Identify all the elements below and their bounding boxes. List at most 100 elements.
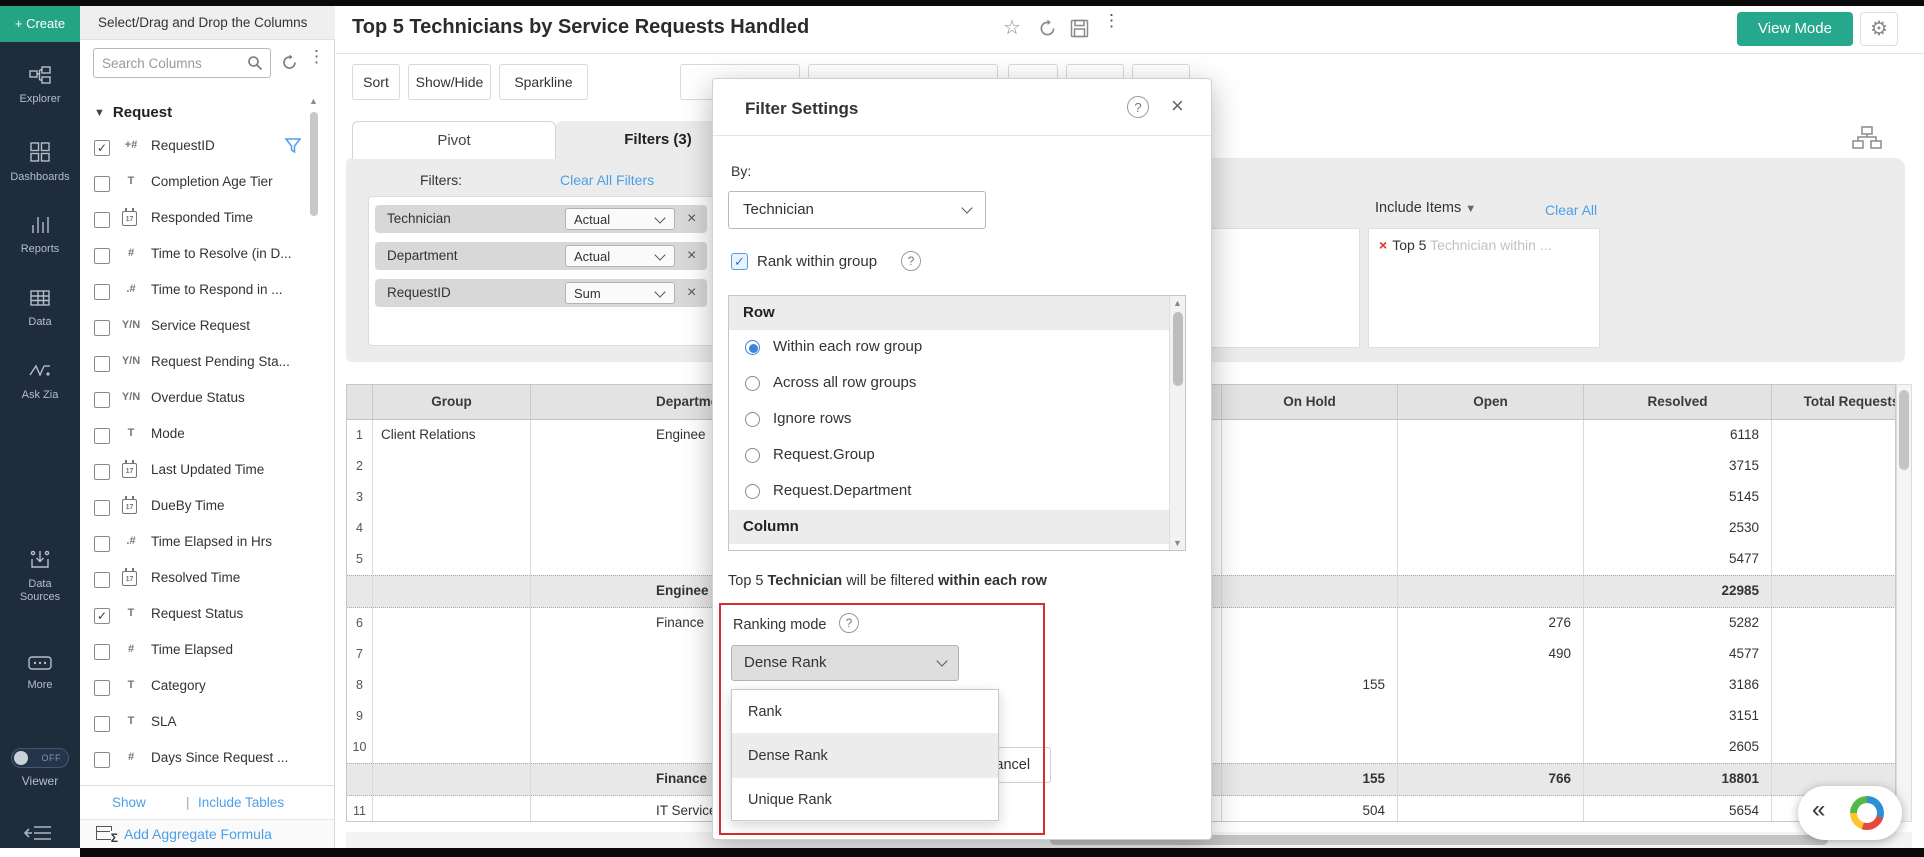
table-header-Resolved: Resolved [1584, 385, 1772, 420]
table-cell [1398, 576, 1584, 607]
column-checkbox[interactable] [94, 320, 110, 336]
clear-all-link[interactable]: Clear All [1545, 202, 1597, 218]
favorite-star-icon[interactable]: ☆ [1003, 15, 1021, 40]
sidebar-item-ask-zia[interactable]: Ask Zia [0, 362, 80, 402]
search-icon [247, 55, 263, 76]
chip-aggregate-select[interactable]: Actual [565, 208, 675, 230]
table-cell [347, 764, 373, 795]
rank-option-ignore-rows[interactable]: Ignore rows [729, 402, 1170, 438]
remove-filter-icon[interactable]: × [687, 210, 696, 228]
save-icon[interactable] [1070, 19, 1089, 43]
radio-icon[interactable] [745, 340, 760, 355]
hierarchy-icon[interactable] [1852, 126, 1882, 155]
column-item-overdue-status: Y/NOverdue Status [80, 382, 310, 418]
ranking-option-dense-rank[interactable]: Dense Rank [732, 734, 998, 778]
scrollbar-thumb[interactable] [1899, 390, 1909, 470]
radio-icon[interactable] [745, 412, 760, 427]
viewer-toggle[interactable]: OFF [11, 748, 69, 768]
rank-option-across-all-row-groups[interactable]: Across all row groups [729, 366, 1170, 402]
refresh-columns-icon[interactable] [281, 54, 298, 76]
scroll-down-icon[interactable]: ▼ [1173, 538, 1182, 548]
remove-filter-icon[interactable]: × [687, 247, 696, 265]
column-checkbox[interactable] [94, 212, 110, 228]
close-icon[interactable]: × [1171, 93, 1184, 119]
search-input[interactable] [102, 52, 242, 74]
sidebar-item-more[interactable]: More [0, 656, 80, 692]
column-checkbox[interactable] [94, 644, 110, 660]
remove-chip-icon[interactable]: × [1379, 237, 1387, 253]
column-item-days-since-request-: #Days Since Request ... [80, 742, 310, 778]
rank-option-request-department[interactable]: Request.Department [729, 474, 1170, 510]
by-select[interactable]: Technician [728, 191, 986, 229]
sidebar-item-reports[interactable]: Reports [0, 216, 80, 256]
column-checkbox[interactable] [94, 284, 110, 300]
toolbar-button-show-hide[interactable]: Show/Hide [408, 64, 491, 100]
sidebar-item-data-sources[interactable]: DataSources [0, 549, 80, 604]
column-checkbox[interactable] [94, 752, 110, 768]
column-checkbox[interactable] [94, 356, 110, 372]
view-mode-button[interactable]: View Mode [1737, 12, 1853, 46]
column-label: Request Status [151, 606, 243, 621]
column-checkbox[interactable] [94, 176, 110, 192]
rank-option-request-group[interactable]: Request.Group [729, 438, 1170, 474]
panel-kebab-icon[interactable]: ⋮ [308, 50, 325, 64]
column-checkbox[interactable] [94, 680, 110, 696]
column-type-icon: T [118, 607, 144, 619]
rank-within-group-checkbox[interactable]: ✓ [731, 253, 748, 270]
clear-all-filters-link[interactable]: Clear All Filters [560, 172, 654, 188]
radio-icon[interactable] [745, 484, 760, 499]
collapse-sidebar-icon[interactable] [24, 824, 54, 847]
refresh-icon[interactable] [1038, 19, 1057, 43]
settings-button[interactable]: ⚙ [1860, 12, 1898, 46]
column-checkbox[interactable]: ✓ [94, 608, 110, 624]
table-cell [1398, 670, 1584, 701]
sidebar-item-dashboards[interactable]: Dashboards [0, 142, 80, 184]
remove-filter-icon[interactable]: × [687, 284, 696, 302]
column-checkbox[interactable] [94, 428, 110, 444]
toolbar-button-sort[interactable]: Sort [352, 64, 400, 100]
scrollbar-thumb[interactable] [1173, 312, 1183, 386]
scroll-up-icon[interactable]: ▲ [309, 96, 318, 106]
chip-aggregate-select[interactable]: Sum [565, 282, 675, 304]
ranking-option-unique-rank[interactable]: Unique Rank [732, 778, 998, 822]
column-checkbox[interactable] [94, 536, 110, 552]
tab-pivot[interactable]: Pivot [352, 121, 556, 159]
more-options-icon[interactable]: ⋮ [1103, 16, 1120, 25]
listbox-column-header: Column [729, 510, 1170, 544]
radio-icon[interactable] [745, 376, 760, 391]
help-icon[interactable]: ? [1127, 96, 1149, 118]
create-button[interactable]: + Create [0, 6, 80, 42]
collapse-panel-icon[interactable]: « [1812, 796, 1825, 824]
include-tables-link[interactable]: Include Tables [198, 795, 284, 810]
filter-funnel-icon[interactable] [285, 138, 301, 159]
include-items-dropdown[interactable]: Include Items ▼ [1375, 200, 1476, 216]
add-aggregate-formula[interactable]: Add Aggregate Formula [80, 819, 334, 848]
column-checkbox[interactable] [94, 500, 110, 516]
scroll-up-icon[interactable]: ▲ [1173, 298, 1182, 308]
column-checkbox[interactable] [94, 392, 110, 408]
chip-aggregate-select[interactable]: Actual [565, 245, 675, 267]
sidebar-item-explorer[interactable]: Explorer [0, 66, 80, 106]
table-cell: 504 [1222, 796, 1398, 822]
vertical-scrollbar[interactable] [1896, 384, 1912, 822]
column-checkbox[interactable] [94, 464, 110, 480]
column-checkbox[interactable]: ✓ [94, 140, 110, 156]
sidebar-item-data[interactable]: Data [0, 289, 80, 329]
column-checkbox[interactable] [94, 716, 110, 732]
help-icon[interactable]: ? [901, 251, 921, 271]
column-type-icon: T [118, 679, 144, 691]
column-checkbox[interactable] [94, 248, 110, 264]
rank-option-within-each-row-group[interactable]: Within each row group [729, 330, 1170, 366]
radio-icon[interactable] [745, 448, 760, 463]
column-label: Request Pending Sta... [151, 354, 290, 369]
ranking-mode-select[interactable]: Dense Rank [731, 645, 959, 681]
show-link[interactable]: Show [112, 795, 146, 810]
column-type-icon: Y/N [118, 319, 144, 331]
panel-scrollbar[interactable] [310, 112, 318, 216]
column-checkbox[interactable] [94, 572, 110, 588]
ranking-option-rank[interactable]: Rank [732, 690, 998, 734]
section-request[interactable]: ▼Request [94, 104, 172, 121]
toolbar-button-sparkline[interactable]: Sparkline [499, 64, 588, 100]
column-label: Service Request [151, 318, 250, 333]
listbox-scrollbar[interactable]: ▲ ▼ [1169, 296, 1185, 550]
